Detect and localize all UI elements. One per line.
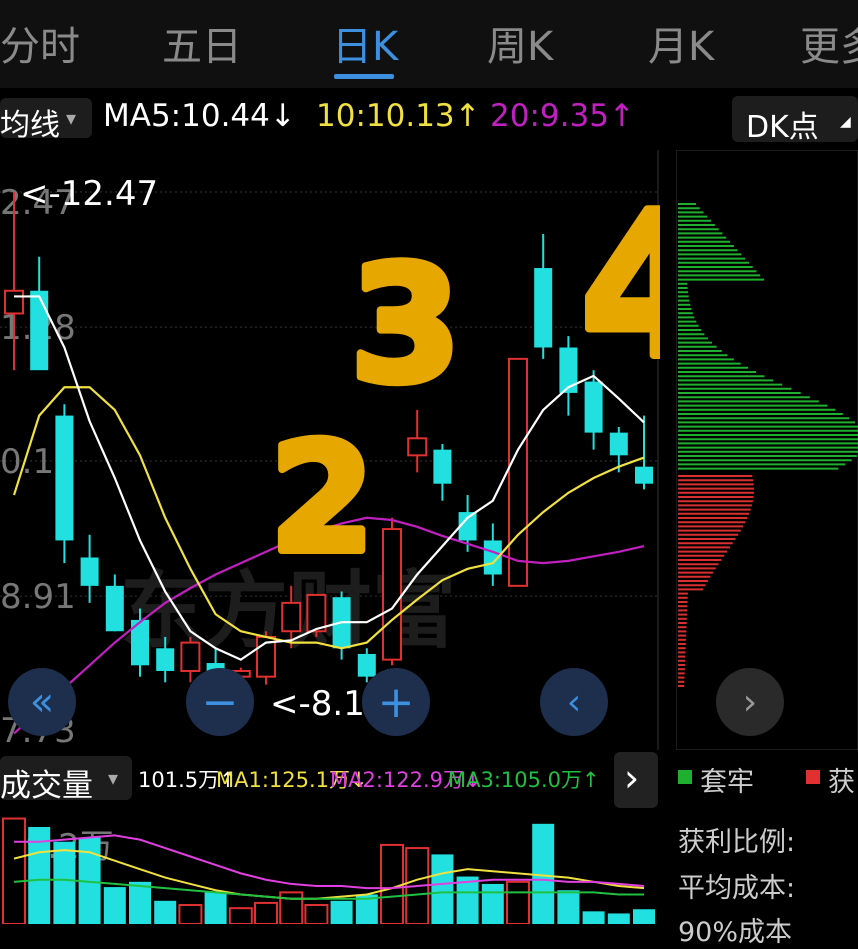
candle-body <box>433 449 452 484</box>
dk-point-label: DK点 <box>746 110 819 145</box>
candle-body <box>55 415 74 541</box>
chevron-left-icon: ‹ <box>566 681 582 723</box>
chip-panel-frame <box>676 150 858 750</box>
volume-bar <box>456 876 479 924</box>
tab-3[interactable]: 周K <box>487 14 553 72</box>
candle-body <box>407 437 428 457</box>
price-axis-label: 8.91 <box>0 577 76 617</box>
ma10-value: 10:10.13↑ <box>316 98 481 134</box>
candle-body <box>635 466 653 484</box>
volume-bar <box>330 900 353 924</box>
chevron-right-icon: › <box>624 756 640 800</box>
candle-body <box>508 357 528 587</box>
volume-bar <box>2 817 26 924</box>
zoom-in-button[interactable]: + <box>362 668 430 736</box>
profit-ratio-label: 获利比例: <box>678 827 796 858</box>
volume-ma3: MA3:105.0万↑ <box>448 768 600 792</box>
period-tab-bar: 分时 五日 日K 周K 月K 更多 <box>0 0 858 88</box>
candle-body <box>534 268 553 348</box>
profit-legend-label: 获 <box>828 767 855 798</box>
trapped-legend-swatch <box>678 770 692 784</box>
volume-bar <box>633 909 655 924</box>
ma5-value: MA5:10.44↓ <box>103 98 296 134</box>
candle-body <box>357 653 376 677</box>
indicator-selector[interactable]: 均线 ▾ <box>0 98 92 143</box>
volume-bar <box>431 854 454 924</box>
candle-body <box>609 432 628 456</box>
volume-bar <box>582 911 605 924</box>
volume-selector-label: 成交量 <box>0 768 93 804</box>
dropdown-arrow-icon: ▾ <box>108 766 119 790</box>
candle-body <box>306 593 327 633</box>
high-price-marker: <-12.47 <box>20 174 158 214</box>
volume-next-button[interactable]: › <box>614 752 658 808</box>
zoom-out-button[interactable]: − <box>186 668 254 736</box>
volume-bar <box>506 880 530 924</box>
tab-0[interactable]: 分时 <box>0 14 80 72</box>
dropdown-arrow-icon: ▾ <box>66 106 77 130</box>
scroll-left-fast-button[interactable]: « <box>8 668 76 736</box>
tab-5[interactable]: 更多 <box>800 14 858 72</box>
trapped-legend-label: 套牢 <box>700 767 754 798</box>
candle-body <box>30 290 49 371</box>
ma-indicator-row: 均线 ▾ MA5:10.44↓ 10:10.13↑ 20:9.35↑ DK点 ◢ <box>0 92 858 148</box>
candle-body <box>80 557 99 586</box>
volume-bar <box>178 904 203 924</box>
volume-indicator-selector[interactable]: 成交量 ▾ <box>0 756 132 804</box>
volume-bar <box>557 890 580 924</box>
volume-bar <box>53 841 76 924</box>
tab-2[interactable]: 日K <box>332 14 398 72</box>
plus-icon: + <box>377 676 415 728</box>
active-tab-indicator <box>334 74 394 79</box>
volume-bar <box>607 913 630 924</box>
avg-cost-label: 平均成本: <box>678 873 796 904</box>
volume-bar <box>380 843 404 924</box>
volume-bar <box>103 887 126 924</box>
candle-body <box>382 528 402 661</box>
candle-body <box>156 648 175 671</box>
minus-icon: − <box>201 676 239 728</box>
candle-body <box>4 289 24 315</box>
corner-triangle-icon: ◢ <box>840 114 851 130</box>
handwritten-number-2: 2 <box>270 412 374 586</box>
volume-bar <box>228 907 253 924</box>
cost-90-label: 90%成本 <box>678 917 793 948</box>
scroll-left-button[interactable]: ‹ <box>540 668 608 736</box>
volume-bar <box>204 892 227 924</box>
kline-chart[interactable]: 东方财富2.471.280.108.917.73<-12.47<-8.13234 <box>0 150 660 750</box>
chip-next-button[interactable]: › <box>716 668 784 736</box>
volume-bar <box>481 883 504 924</box>
volume-bar <box>304 904 329 924</box>
volume-bar <box>254 901 278 924</box>
indicator-selector-label: 均线 <box>0 108 60 143</box>
candle-body <box>180 641 201 672</box>
handwritten-number-3: 3 <box>350 231 461 418</box>
chevron-right-icon: › <box>742 681 758 723</box>
volume-bar <box>129 881 151 924</box>
volume-bar <box>154 900 177 924</box>
tab-1[interactable]: 五日 <box>162 14 242 72</box>
volume-chart: 99.2万 <box>2 817 655 924</box>
tab-4[interactable]: 月K <box>648 14 714 72</box>
candle-body <box>105 585 124 632</box>
candle-body <box>281 601 302 633</box>
dk-point-button[interactable]: DK点 ◢ <box>732 96 858 145</box>
handwritten-number-4: 4 <box>580 170 660 403</box>
double-chevron-left-icon: « <box>29 679 55 725</box>
profit-legend-swatch <box>806 770 820 784</box>
ma20-value: 20:9.35↑ <box>490 98 635 134</box>
chip-distribution-chart <box>676 150 858 750</box>
